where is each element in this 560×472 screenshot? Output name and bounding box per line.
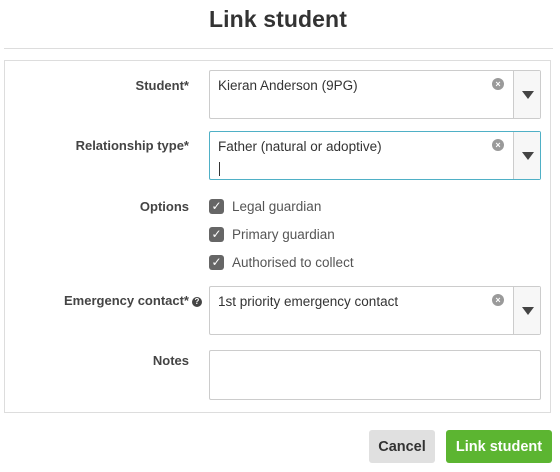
chevron-down-icon: [522, 90, 534, 99]
student-label: Student*: [135, 78, 189, 93]
emergency-contact-label-group: Emergency contact*?: [40, 293, 202, 308]
student-select[interactable]: Kieran Anderson (9PG) ×: [209, 70, 541, 119]
relationship-type-value: Father (natural or adoptive): [218, 139, 382, 154]
title-divider: [4, 48, 553, 49]
option-label: Authorised to collect: [232, 255, 354, 270]
cancel-button[interactable]: Cancel: [369, 430, 435, 463]
clear-icon[interactable]: ×: [492, 294, 504, 306]
emergency-contact-select[interactable]: 1st priority emergency contact ×: [209, 286, 541, 335]
relationship-type-label: Relationship type*: [75, 138, 189, 153]
student-dropdown-toggle[interactable]: [513, 71, 540, 118]
notes-label: Notes: [152, 353, 189, 368]
chevron-down-icon: [522, 151, 534, 160]
relationship-type-select[interactable]: Father (natural or adoptive) ×: [209, 131, 541, 180]
emergency-dropdown-toggle[interactable]: [513, 287, 540, 334]
student-value: Kieran Anderson (9PG): [218, 78, 358, 93]
emergency-contact-label: Emergency contact*: [64, 293, 189, 308]
option-label: Legal guardian: [232, 199, 322, 214]
relationship-dropdown-toggle[interactable]: [513, 132, 540, 179]
help-icon[interactable]: ?: [192, 297, 202, 307]
checkbox-checked[interactable]: ✓: [209, 227, 224, 242]
clear-icon[interactable]: ×: [492, 78, 504, 90]
link-student-dialog: Link student Student* Kieran Anderson (9…: [0, 0, 560, 472]
clear-icon[interactable]: ×: [492, 139, 504, 151]
emergency-contact-value: 1st priority emergency contact: [218, 294, 399, 309]
link-student-button[interactable]: Link student: [446, 430, 552, 463]
option-label: Primary guardian: [232, 227, 335, 242]
text-cursor: [219, 162, 220, 176]
checkbox-checked[interactable]: ✓: [209, 199, 224, 214]
chevron-down-icon: [522, 306, 534, 315]
checkbox-checked[interactable]: ✓: [209, 255, 224, 270]
notes-textarea[interactable]: [209, 350, 541, 400]
dialog-title: Link student: [209, 6, 347, 32]
options-label: Options: [139, 199, 189, 214]
